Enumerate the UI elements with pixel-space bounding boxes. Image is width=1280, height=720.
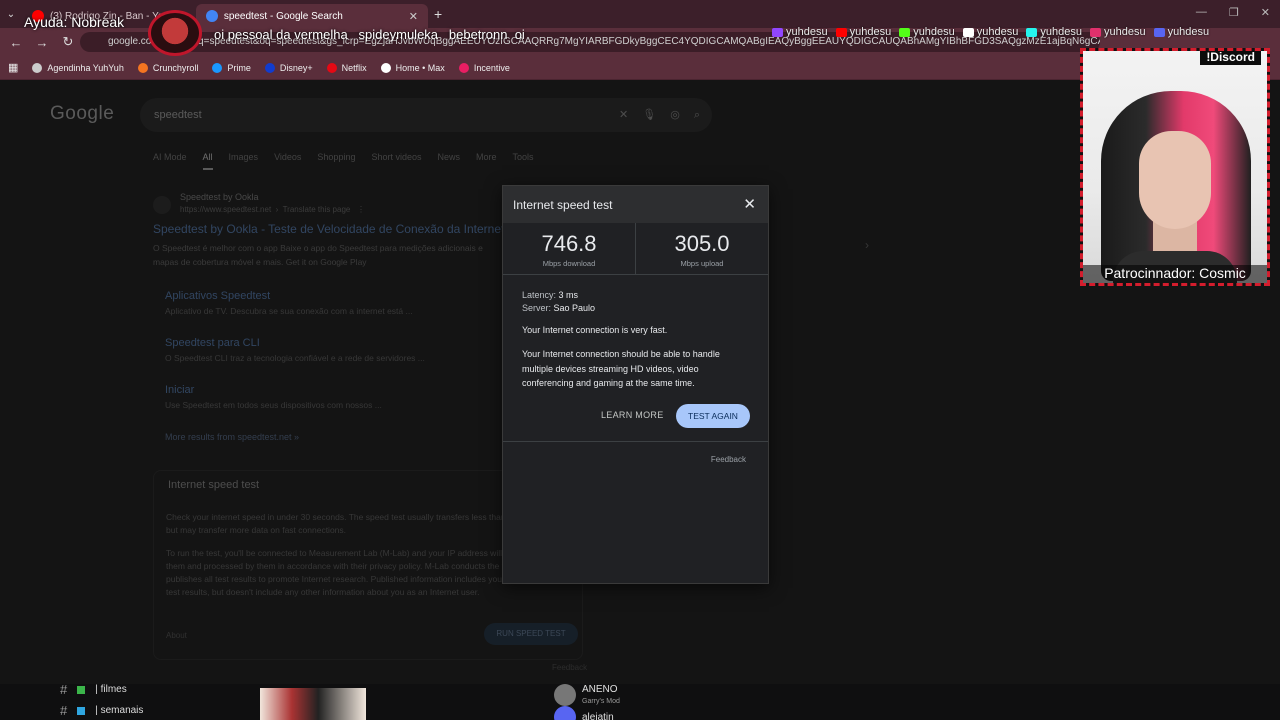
youtube-handle: yuhdesu — [835, 26, 891, 38]
member-name: alejatin — [582, 711, 614, 720]
disney-icon — [264, 62, 275, 73]
channel-item[interactable]: # | semanais — [60, 703, 143, 718]
youtube-icon — [835, 27, 847, 37]
window-controls: — ❐ ✕ — [1196, 6, 1270, 19]
channel-emoji-icon — [77, 685, 86, 694]
nobreak-product-image — [148, 10, 202, 56]
dialog-body: Latency: 3 ms Server: Sao Paulo Your Int… — [522, 290, 752, 391]
upload-unit: Mbps upload — [680, 259, 724, 268]
download-unit: Mbps download — [542, 259, 596, 268]
twitch-icon — [772, 27, 783, 37]
server-row: Server: Sao Paulo — [522, 303, 596, 313]
maximize-icon[interactable]: ❐ — [1229, 6, 1239, 19]
back-icon[interactable]: ← — [8, 35, 24, 50]
instagram-icon — [1089, 27, 1101, 37]
webcam-streamer-face — [1139, 131, 1211, 229]
discord-handle: yuhdesu — [1153, 26, 1209, 38]
bookmark-netflix[interactable]: Netflix — [326, 62, 367, 73]
crunchyroll-icon — [137, 62, 148, 73]
member-name: ANENO Garry's Mod — [582, 684, 620, 705]
bookmark-icon — [32, 62, 43, 73]
sponsor-overlay-text: Ayuda: Nobreak — [24, 14, 125, 30]
chat-overlay: oi pessoal da vermelha spideymuleka bebe… — [214, 27, 525, 42]
reload-icon[interactable]: ↻ — [60, 34, 76, 50]
kick-handle: yuhdesu — [899, 26, 955, 38]
x-handle: yuhdesu — [962, 26, 1018, 38]
detail-text: Your Internet connection should be able … — [522, 349, 720, 388]
minimize-icon[interactable]: — — [1196, 6, 1207, 19]
sponsor-label: Patrocinnador: Cosmic — [1083, 265, 1267, 283]
bookmark-incentive[interactable]: Incentive — [458, 62, 510, 73]
dialog-title: Internet speed test — [513, 198, 613, 212]
webcam-overlay: !Discord Patrocinnador: Cosmic — [1080, 48, 1270, 286]
tiktok-icon — [1026, 27, 1038, 37]
twitch-handle: yuhdesu — [772, 26, 828, 38]
upload-value: 305.0 — [674, 231, 730, 256]
close-window-icon[interactable]: ✕ — [1261, 6, 1270, 19]
avatar — [554, 684, 576, 706]
kick-icon — [899, 27, 911, 37]
close-tab-icon[interactable]: ✕ — [409, 10, 418, 23]
instagram-handle: yuhdesu — [1089, 26, 1146, 38]
bookmark-max[interactable]: Home • Max — [380, 62, 445, 73]
latency-row: Latency: 3 ms — [522, 290, 579, 300]
test-again-button[interactable]: TEST AGAIN — [676, 404, 750, 428]
tab-search-menu[interactable]: ⌄ — [0, 9, 22, 20]
member-avatar-image — [260, 688, 366, 720]
hash-icon: # — [60, 703, 68, 718]
hash-icon: # — [60, 682, 68, 697]
divider — [503, 441, 768, 442]
incentive-icon — [458, 62, 469, 73]
discord-overlay-strip — [0, 684, 1280, 720]
tab-google-search[interactable]: speedtest - Google Search ✕ — [195, 4, 428, 28]
learn-more-button[interactable]: LEARN MORE — [601, 410, 664, 420]
new-tab-button[interactable]: + — [434, 6, 442, 22]
bookmark-disney[interactable]: Disney+ — [264, 62, 313, 73]
bookmark-agendinha[interactable]: Agendinha YuhYuh — [32, 62, 124, 73]
x-icon — [962, 27, 974, 37]
max-icon — [380, 62, 391, 73]
apps-icon[interactable]: ▦ — [8, 61, 18, 74]
forward-icon[interactable]: → — [34, 35, 50, 50]
bookmark-crunchyroll[interactable]: Crunchyroll — [137, 62, 198, 73]
discord-icon — [1153, 27, 1165, 37]
bookmark-prime[interactable]: Prime — [212, 62, 251, 73]
tiktok-handle: yuhdesu — [1026, 26, 1082, 38]
channel-item[interactable]: # | filmes — [60, 682, 127, 697]
dialog-header: Internet speed test ✕ — [503, 186, 768, 223]
netflix-icon — [326, 62, 337, 73]
speed-results: 746.8 Mbps download 305.0 Mbps upload — [503, 223, 768, 275]
social-handles-overlay: yuhdesu yuhdesu yuhdesu yuhdesu yuhdesu … — [772, 26, 1209, 38]
download-value: 746.8 — [541, 231, 597, 256]
speed-test-dialog: Internet speed test ✕ 746.8 Mbps downloa… — [502, 185, 769, 584]
discord-command-label: !Discord — [1200, 51, 1261, 65]
close-icon[interactable]: ✕ — [743, 195, 756, 213]
member-item[interactable]: alejatin — [554, 706, 614, 720]
verdict-text: Your Internet connection is very fast. — [522, 325, 668, 335]
feedback-link[interactable]: Feedback — [711, 455, 746, 464]
download-stat: 746.8 Mbps download — [503, 223, 635, 274]
google-icon — [205, 10, 218, 22]
screen: ⌄ (3) Rodrigo Zin - Ban - YouTub speedte… — [0, 0, 1280, 720]
channel-emoji-icon — [77, 706, 86, 715]
member-item[interactable]: ANENO Garry's Mod — [554, 684, 620, 706]
avatar — [554, 706, 576, 720]
tab-label: speedtest - Google Search — [223, 10, 343, 22]
upload-stat: 305.0 Mbps upload — [635, 223, 768, 274]
prime-icon — [212, 62, 223, 73]
